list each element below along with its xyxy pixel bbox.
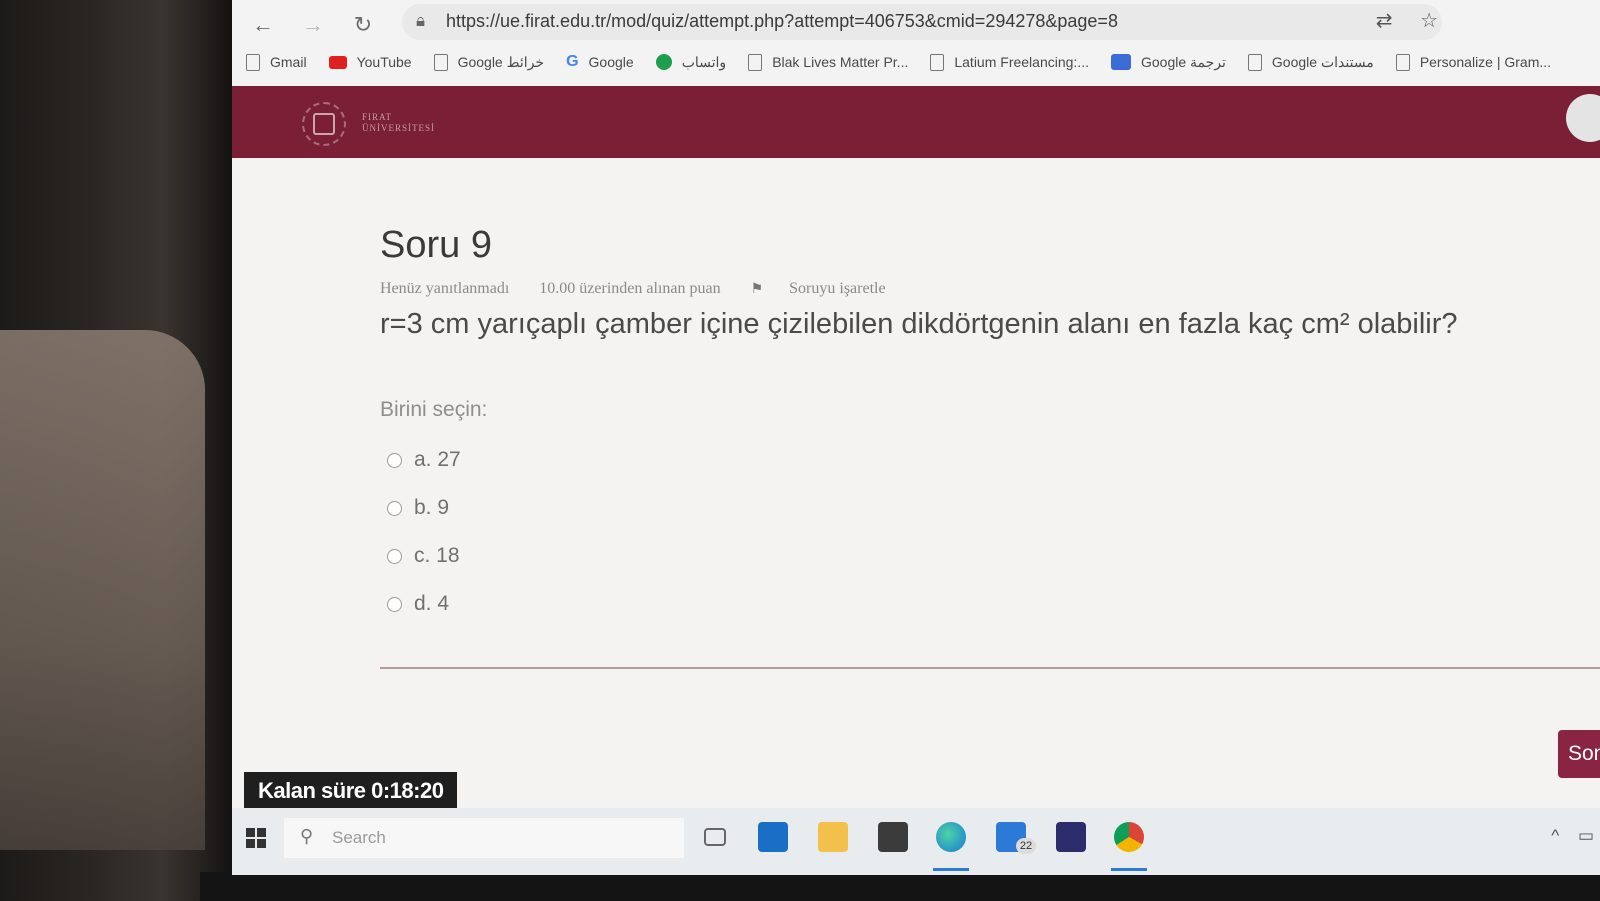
answer-option-d[interactable]: d. 4 [387,580,461,628]
store-icon[interactable] [878,822,908,852]
page-icon [1247,53,1262,71]
answer-options: a. 27 b. 9 c. 18 d. 4 [387,436,461,628]
university-logo-icon[interactable] [302,102,346,146]
translate-icon [1110,54,1131,70]
question-title: Soru 9 [380,224,492,266]
chevron-up-icon[interactable]: ^ [1551,826,1559,845]
answer-option-a[interactable]: a. 27 [387,436,461,484]
search-placeholder: Search [332,828,386,847]
question-text: r=3 cm yarıçaplı çamber içine çizilebile… [380,308,1458,340]
answer-label[interactable]: c. 18 [414,544,460,568]
page-icon [246,53,260,71]
photo-surround-left [0,0,232,901]
radio-button[interactable] [387,596,402,612]
display-icon[interactable]: ▭ [1578,826,1594,845]
question-meta: Henüz yanıtlanmadı 10.00 üzerinden alına… [380,280,938,298]
avatar[interactable] [1566,94,1600,142]
answer-option-b[interactable]: b. 9 [387,484,461,532]
radio-button[interactable] [387,452,402,468]
search-icon: ⚲ [300,826,314,846]
bookmark-google[interactable]: G Google [566,53,634,71]
google-icon: G [566,53,579,70]
mail-badge: 22 [1016,838,1036,854]
flag-icon: ⚑ [750,282,764,297]
outlook-icon[interactable] [758,822,788,852]
bookmark-whatsapp[interactable]: واتساب [655,54,726,71]
omnibox-icons: ⇄ ☆ [1354,8,1438,33]
taskbar-search[interactable]: ⚲ Search [284,818,684,858]
back-arrow-icon[interactable]: ← [248,12,278,38]
question-points: 10.00 üzerinden alınan puan [539,280,721,297]
bookmark-gmail[interactable]: Gmail [246,53,307,71]
bookmark-google-translate[interactable]: Google ترجمة [1110,54,1226,71]
address-bar[interactable]: 🔒︎ https://ue.firat.edu.tr/mod/quiz/atte… [402,4,1442,40]
url-text[interactable]: https://ue.firat.edu.tr/mod/quiz/attempt… [446,11,1118,32]
question-status: Henüz yanıtlanmadı [380,280,510,297]
lock-icon: 🔒︎ [416,11,426,30]
background-fabric [0,330,205,850]
active-app-indicator [933,868,969,871]
active-app-indicator [1111,868,1147,871]
bookmarks-bar: Gmail YouTube Google خرائط G Google واتسا… [246,46,1573,78]
bookmark-youtube[interactable]: YouTube [328,54,412,70]
page-icon [433,53,448,71]
app-icon[interactable] [1056,822,1086,852]
answer-label[interactable]: a. 27 [414,448,461,472]
answer-label[interactable]: d. 4 [414,592,449,616]
forward-arrow-icon[interactable]: → [298,12,328,38]
file-explorer-icon[interactable] [818,822,848,852]
translate-page-icon[interactable]: ⇄ [1376,10,1393,32]
bookmark-google-maps[interactable]: Google خرائط [433,53,544,71]
flag-question-link[interactable]: ⚑ Soruyu işaretle [751,280,912,297]
bookmark-google-docs[interactable]: Google مستندات [1247,53,1374,71]
quiz-content: Soru 9 Henüz yanıtlanmadı 10.00 üzerinde… [232,158,1600,810]
edge-browser-icon[interactable] [936,822,966,852]
bookmark-grammarly[interactable]: Personalize | Gram... [1395,53,1551,71]
task-view-icon[interactable] [704,828,726,846]
browser-chrome: ← → ↻ 🔒︎ https://ue.firat.edu.tr/mod/qui… [232,0,1600,88]
bookmark-latium[interactable]: Latium Freelancing:... [930,53,1089,71]
university-logo-text: FIRAT ÜNİVERSİTESİ [362,112,435,133]
page-icon [930,53,945,71]
choice-prompt: Birini seçin: [380,398,488,421]
next-page-button[interactable]: Son [1558,730,1600,778]
youtube-icon [328,55,347,69]
divider [380,667,1600,669]
page-icon [748,53,763,71]
windows-start-icon[interactable] [246,828,266,848]
site-header: FIRAT ÜNİVERSİTESİ [232,86,1600,158]
monitor-bezel [200,872,1600,901]
radio-button[interactable] [387,500,402,516]
radio-button[interactable] [387,548,402,564]
reload-icon[interactable]: ↻ [348,12,378,38]
answer-option-c[interactable]: c. 18 [387,532,461,580]
chrome-browser-icon[interactable] [1114,822,1144,852]
system-tray: ^ ▭ [1537,826,1594,846]
screen: ← → ↻ 🔒︎ https://ue.firat.edu.tr/mod/qui… [232,0,1600,875]
bookmark-blm[interactable]: Blak Lives Matter Pr... [748,53,908,71]
whatsapp-icon [655,54,672,70]
quiz-timer: Kalan süre 0:18:20 [244,772,458,810]
page-icon [1395,53,1410,71]
answer-label[interactable]: b. 9 [414,496,449,520]
bookmark-star-icon[interactable]: ☆ [1420,10,1438,32]
windows-taskbar: ⚲ Search 22 ^ ▭ [232,808,1600,875]
